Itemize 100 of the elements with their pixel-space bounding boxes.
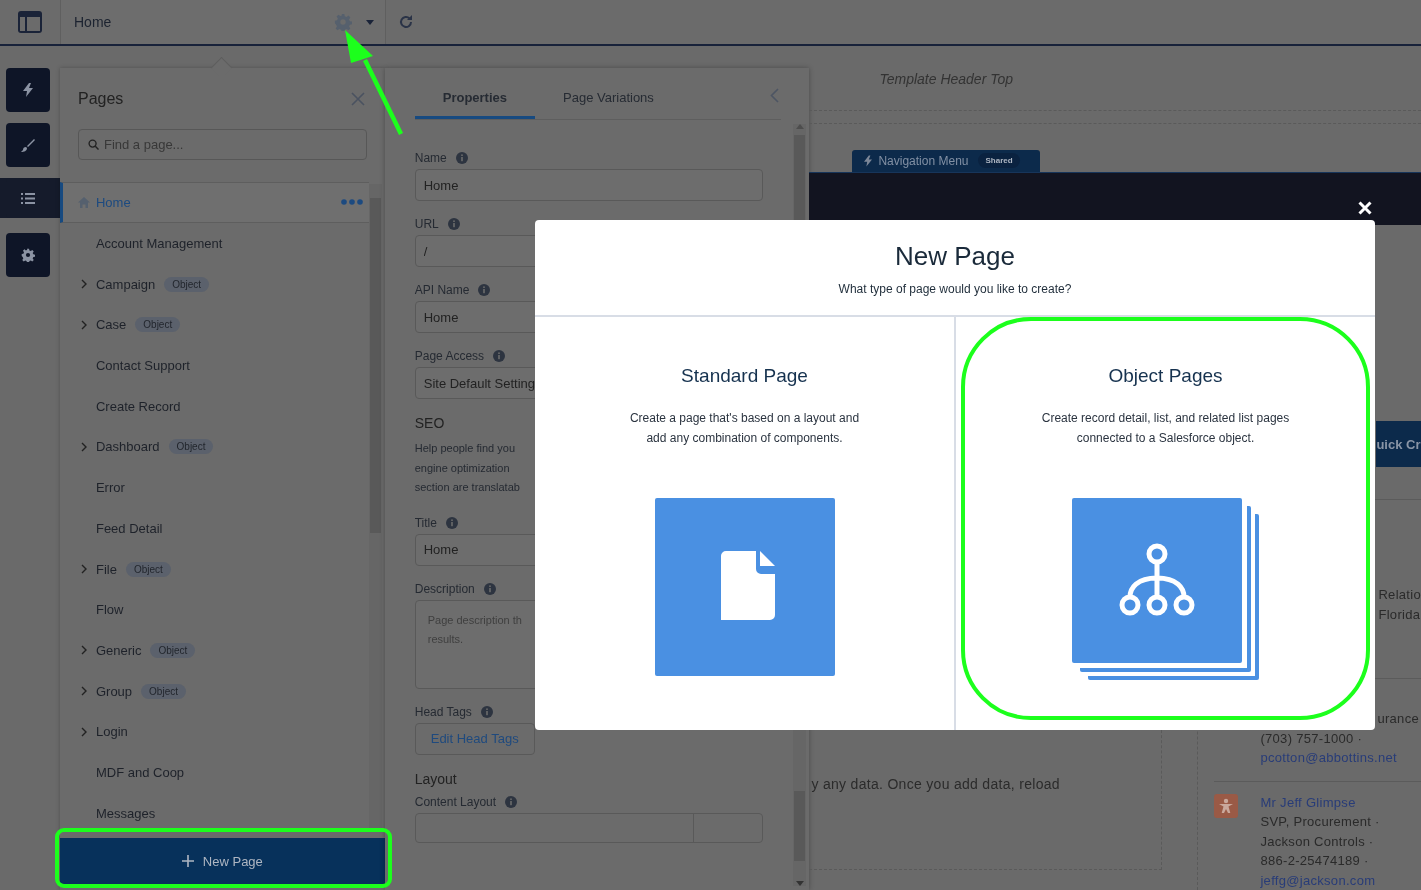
contact-detail: Relatio bbox=[1378, 586, 1421, 604]
contact-detail: SVP, Procurement · bbox=[1260, 813, 1380, 831]
layout-icon[interactable] bbox=[18, 11, 42, 33]
page-name: Feed Detail bbox=[95, 520, 163, 536]
option-title: Standard Page bbox=[681, 365, 808, 387]
page-type-option[interactable]: Standard Page Create a page that's based on a layout and add any combination of components. bbox=[535, 317, 956, 730]
info-icon[interactable] bbox=[455, 152, 468, 164]
info-icon[interactable] bbox=[447, 218, 460, 230]
edit-head-tags-button[interactable]: Edit Head Tags bbox=[414, 722, 535, 755]
page-name: Messages bbox=[95, 805, 156, 821]
quick-create-button[interactable]: uick Cr bbox=[1376, 421, 1421, 467]
page-name: Contact Support bbox=[95, 358, 190, 374]
page-name: Create Record bbox=[95, 398, 181, 414]
info-icon[interactable] bbox=[480, 705, 493, 718]
page-list-item[interactable]: Flow bbox=[59, 588, 369, 630]
panel-tab[interactable]: Page Variations bbox=[535, 78, 682, 119]
hierarchy-pages-icon bbox=[1072, 498, 1259, 680]
info-icon[interactable] bbox=[493, 350, 506, 362]
page-list-item[interactable]: MDF and Coop bbox=[59, 751, 369, 793]
list-icon bbox=[21, 192, 35, 204]
page-type-option[interactable]: Object Pages Create record detail, list, and related list pages connected to a Salesforce object. bbox=[956, 317, 1375, 730]
panel-tab[interactable]: Properties bbox=[414, 78, 536, 119]
page-list-item[interactable]: Group Object bbox=[59, 670, 369, 711]
page-list-item[interactable]: Case Object bbox=[59, 304, 369, 345]
page-list-item[interactable]: Messages bbox=[59, 792, 369, 833]
field-label: Name bbox=[414, 151, 447, 165]
page-list-item[interactable]: File Object bbox=[59, 548, 369, 589]
plus-icon bbox=[181, 855, 194, 867]
contact-detail: (703) 757-1000 · bbox=[1260, 729, 1363, 748]
page-name: Login bbox=[95, 724, 128, 740]
page-name: Flow bbox=[95, 602, 124, 618]
field-label: Head Tags bbox=[414, 704, 472, 719]
contact-detail: Florida bbox=[1378, 605, 1421, 624]
page-name: Generic bbox=[95, 642, 142, 658]
chevron-icon[interactable] bbox=[80, 726, 87, 737]
chevron-icon[interactable] bbox=[80, 319, 87, 330]
component-name: Navigation Menu bbox=[878, 153, 969, 168]
page-list-item[interactable]: Campaign Object bbox=[59, 263, 369, 305]
page-list-item[interactable]: Error bbox=[59, 466, 369, 508]
new-page-button[interactable]: New Page bbox=[59, 838, 385, 884]
page-list-item[interactable]: Feed Detail bbox=[59, 507, 369, 549]
refresh-icon[interactable] bbox=[398, 14, 414, 30]
page-list-item[interactable]: Account Management bbox=[59, 222, 369, 264]
object-tag: Object bbox=[135, 317, 181, 333]
settings-icon[interactable] bbox=[334, 13, 352, 31]
rail-button[interactable] bbox=[6, 68, 50, 112]
help-text: engine optimization bbox=[414, 460, 510, 476]
object-tag: Object bbox=[150, 642, 196, 658]
page-list-item[interactable]: Dashboard Object bbox=[59, 426, 369, 467]
field-label: URL bbox=[414, 217, 439, 231]
page-name: Dashboard bbox=[95, 439, 160, 455]
text-field[interactable]: Home bbox=[414, 169, 763, 201]
caret-icon[interactable] bbox=[366, 19, 374, 25]
page-name: Group bbox=[95, 683, 133, 699]
scroll-up-icon[interactable] bbox=[795, 124, 804, 129]
component-tab[interactable]: Navigation Menu Shared bbox=[852, 150, 1041, 172]
page-list-item[interactable]: Generic Object bbox=[59, 629, 369, 671]
object-tag: Object bbox=[164, 276, 210, 292]
field-label: Title bbox=[414, 515, 437, 530]
chevron-icon[interactable] bbox=[80, 564, 87, 575]
scrollbar[interactable] bbox=[368, 184, 382, 829]
chevron-icon[interactable] bbox=[80, 279, 87, 290]
section-heading: Layout bbox=[414, 770, 457, 787]
info-icon[interactable] bbox=[483, 582, 496, 595]
dialog-subtitle: What type of page would you like to create? bbox=[837, 282, 1073, 296]
gear-icon bbox=[21, 248, 35, 262]
section-heading: SEO bbox=[414, 415, 445, 431]
help-text: section are translatab bbox=[414, 480, 520, 495]
contact-link[interactable]: jeffg@jackson.com bbox=[1260, 870, 1376, 890]
scroll-down-icon[interactable] bbox=[795, 881, 804, 886]
panel-title: Pages bbox=[77, 90, 124, 108]
option-description: Create a page that's based on a layout and bbox=[629, 410, 860, 427]
contact-icon bbox=[1214, 793, 1239, 818]
page-list-item[interactable]: Create Record bbox=[59, 385, 369, 427]
option-description: Create record detail, list, and related list pages bbox=[1041, 410, 1290, 427]
contact-detail: 886-2-25474189 · bbox=[1260, 852, 1369, 870]
info-icon[interactable] bbox=[478, 284, 491, 296]
shared-tag: Shared bbox=[978, 153, 1020, 169]
field-label: Page Access bbox=[414, 349, 485, 363]
chevron-icon[interactable] bbox=[80, 686, 87, 697]
rail-button[interactable] bbox=[6, 233, 50, 277]
page-list-item[interactable]: Home bbox=[59, 182, 369, 223]
info-icon[interactable] bbox=[445, 516, 458, 529]
more-options-icon[interactable] bbox=[340, 199, 363, 206]
page-name: MDF and Coop bbox=[95, 764, 185, 780]
contact-detail: urance bbox=[1377, 710, 1419, 728]
info-icon[interactable] bbox=[505, 795, 518, 808]
contact-link[interactable]: pcotton@abbottins.net bbox=[1260, 748, 1397, 768]
page-list-item[interactable]: Login bbox=[59, 710, 369, 752]
page-tab-title[interactable]: Home bbox=[74, 14, 334, 30]
page-name: Campaign bbox=[95, 276, 156, 292]
bolt-icon bbox=[864, 154, 873, 167]
page-list-item[interactable]: Contact Support bbox=[59, 344, 369, 386]
document-icon bbox=[654, 498, 835, 676]
chevron-icon[interactable] bbox=[80, 441, 87, 452]
collapse-icon[interactable] bbox=[770, 88, 780, 103]
contact-link[interactable]: Mr Jeff Glimpse bbox=[1260, 792, 1356, 812]
dialog-title: New Page bbox=[894, 241, 1016, 272]
chevron-icon[interactable] bbox=[80, 645, 87, 656]
page-name: Error bbox=[95, 480, 125, 496]
